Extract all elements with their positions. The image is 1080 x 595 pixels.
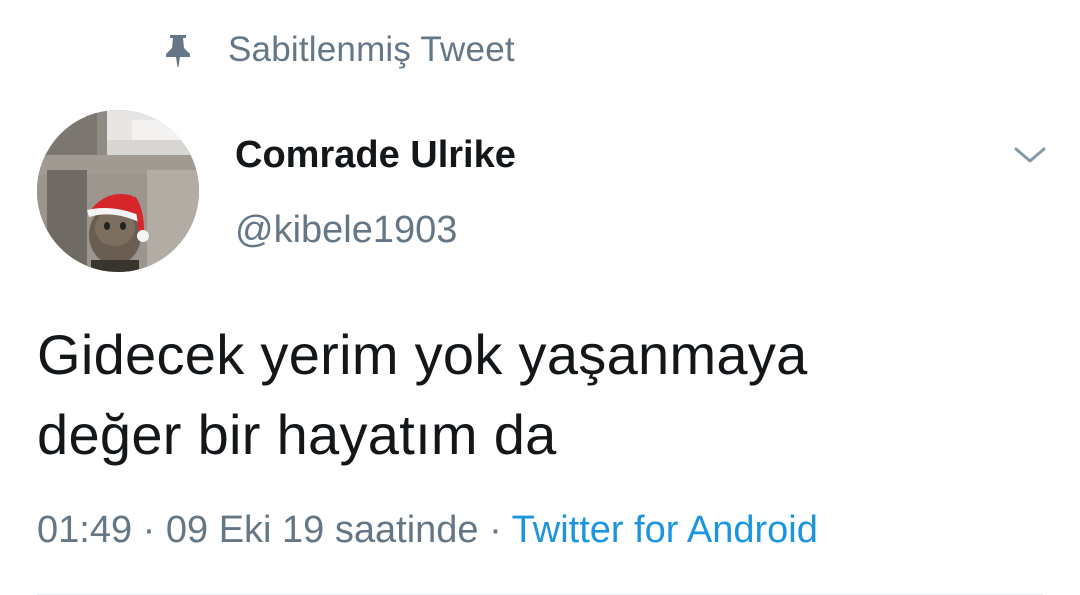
tweet-text-line: değer bir hayatım da bbox=[37, 403, 557, 466]
avatar[interactable] bbox=[37, 110, 199, 272]
avatar-image bbox=[37, 110, 199, 272]
tweet-source-link[interactable]: Twitter for Android bbox=[512, 509, 818, 551]
tweet-text: Gidecek yerim yok yaşanmaya değer bir ha… bbox=[37, 315, 1047, 475]
author-handle[interactable]: @kibele1903 bbox=[235, 205, 457, 255]
chevron-down-icon bbox=[1014, 147, 1046, 163]
author-display-name[interactable]: Comrade Ulrike bbox=[235, 130, 516, 180]
tweet-meta: 01:49 · 09 Eki 19 saatinde · Twitter for… bbox=[37, 505, 818, 555]
meta-separator: · bbox=[478, 509, 512, 551]
tweet-time: 01:49 bbox=[37, 509, 133, 551]
pinned-label: Sabitlenmiş Tweet bbox=[228, 30, 515, 69]
tweet-options-button[interactable] bbox=[1010, 138, 1050, 172]
tweet-date: 09 Eki 19 saatinde bbox=[165, 509, 479, 551]
pin-icon bbox=[163, 33, 193, 67]
meta-separator: · bbox=[132, 509, 166, 551]
pinned-tweet-indicator: Sabitlenmiş Tweet bbox=[163, 28, 515, 72]
tweet-text-line: Gidecek yerim yok yaşanmaya bbox=[37, 323, 808, 386]
